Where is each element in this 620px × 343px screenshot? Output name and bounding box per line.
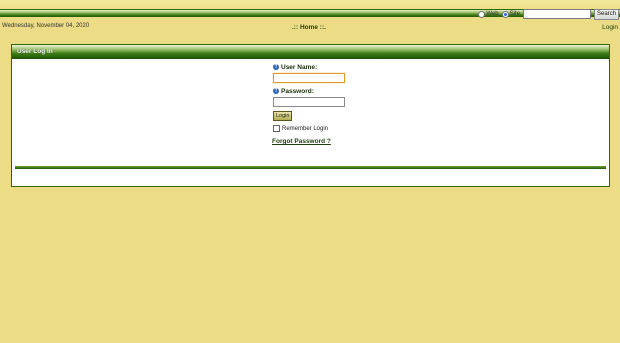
login-panel-header: User Log In <box>12 45 609 59</box>
password-label-row: ? Password: <box>273 87 413 95</box>
password-label: Password: <box>281 87 314 95</box>
info-row: Wednesday, November 04, 2020 .:: Home ::… <box>0 23 620 33</box>
current-date: Wednesday, November 04, 2020 <box>2 23 90 29</box>
web-radio-label: Web <box>486 11 499 17</box>
search-input[interactable] <box>522 9 591 19</box>
web-radio[interactable]: Web <box>478 10 499 18</box>
help-icon[interactable]: ? <box>273 64 279 70</box>
panel-footer-bar <box>15 166 606 169</box>
search-bar: Web Site Search <box>478 8 620 20</box>
login-button[interactable]: Login <box>273 111 293 121</box>
login-link[interactable]: Login <box>602 24 618 31</box>
site-radio-label: Site <box>509 11 520 17</box>
login-form: ? User Name: ? Password: Login Remember … <box>272 63 413 145</box>
login-panel: User Log In ? User Name: ? Password: Log… <box>11 44 610 187</box>
home-link[interactable]: .:: Home ::. <box>292 24 326 31</box>
search-button[interactable]: Search <box>593 8 619 20</box>
username-label-row: ? User Name: <box>273 63 413 71</box>
forgot-password-link[interactable]: Forgot Password ? <box>272 138 413 145</box>
radio-icon <box>478 10 486 18</box>
remember-row: Remember Login <box>273 125 413 132</box>
remember-checkbox[interactable] <box>273 125 280 132</box>
remember-label: Remember Login <box>282 125 329 132</box>
radio-selected-icon <box>501 10 509 18</box>
site-radio[interactable]: Site <box>501 10 520 18</box>
home-link-label: .:: Home ::. <box>292 24 326 31</box>
username-input[interactable] <box>273 73 345 83</box>
password-input[interactable] <box>273 97 345 107</box>
username-label: User Name: <box>281 63 318 71</box>
help-icon[interactable]: ? <box>273 88 279 94</box>
panel-title: User Log In <box>17 48 53 55</box>
